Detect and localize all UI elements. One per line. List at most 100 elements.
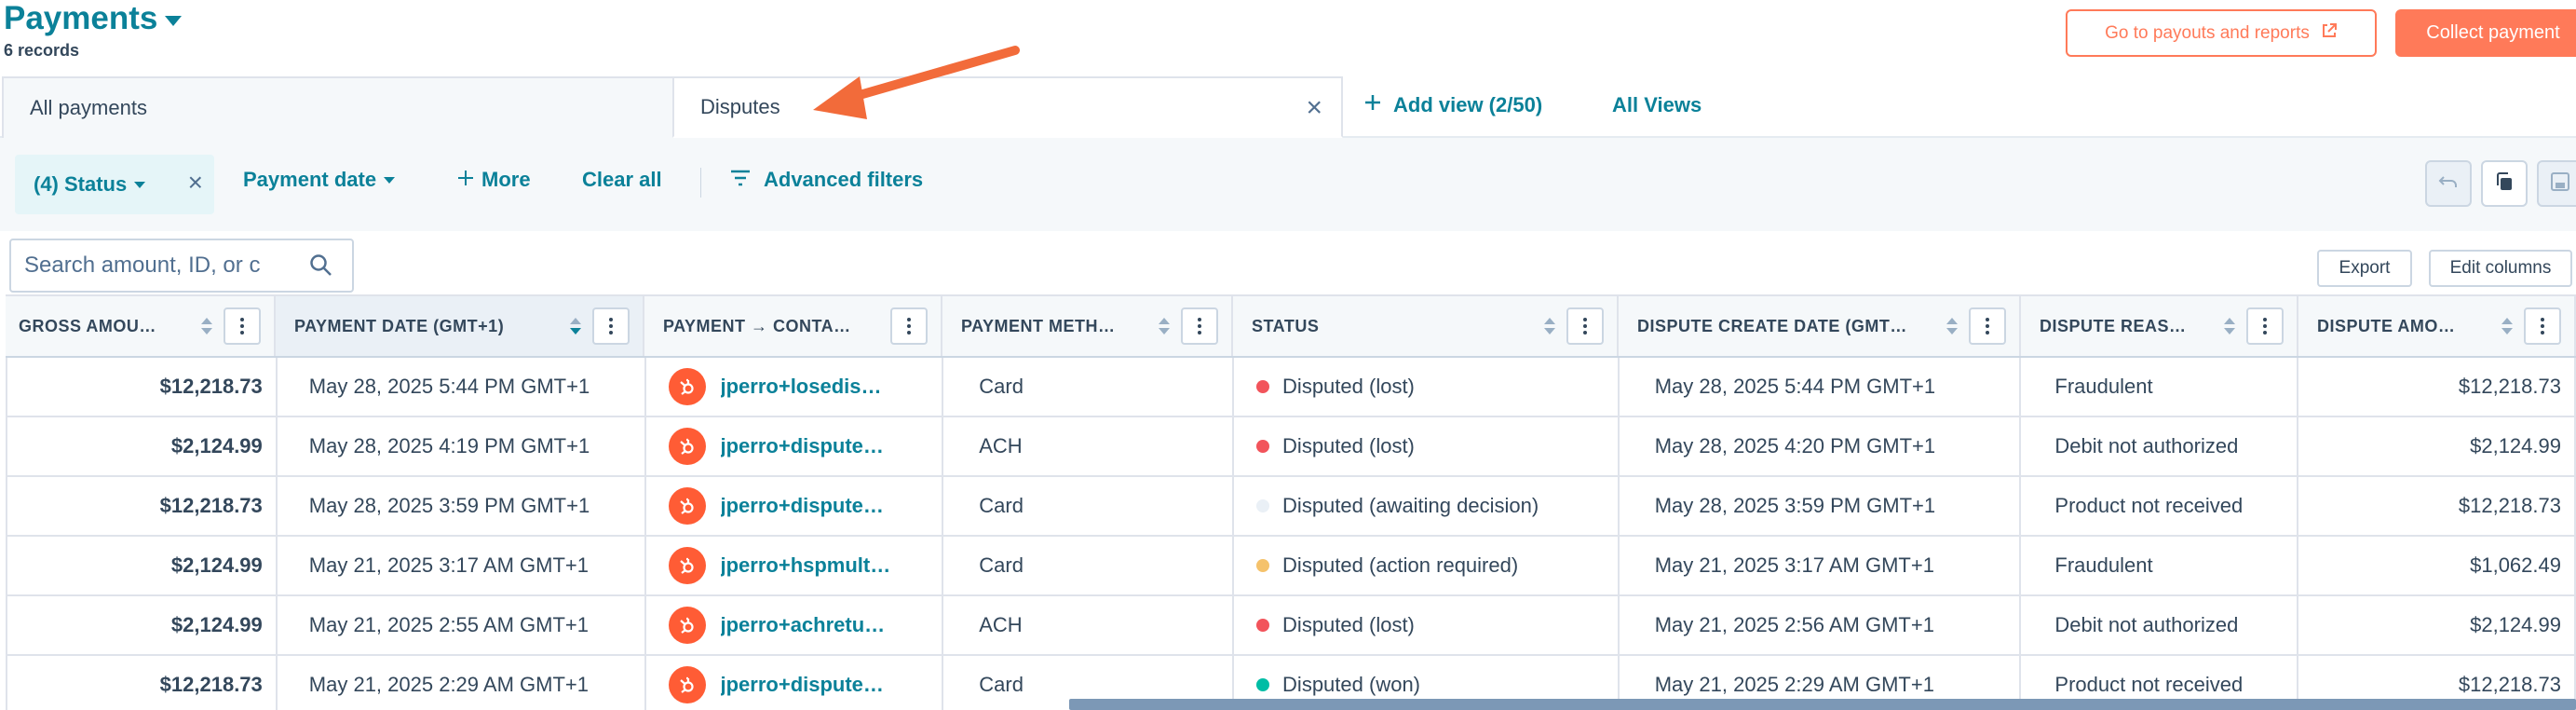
column-header-label: GROSS AMOU… [19, 316, 156, 335]
column-header-payment-contact[interactable]: PAYMENT → CONTA… [644, 296, 942, 356]
more-filters-button[interactable]: More [457, 168, 531, 192]
hubspot-sprocket-icon [668, 487, 706, 525]
edit-columns-button[interactable]: Edit columns [2429, 250, 2572, 287]
contact-link[interactable]: jperro+hspmult… [721, 553, 891, 578]
payment-method-cell: ACH [943, 417, 1235, 475]
sort-icon[interactable] [570, 318, 581, 335]
hubspot-sprocket-icon [668, 666, 706, 703]
column-header-dispute-create-date[interactable]: DISPUTE CREATE DATE (GMT… [1619, 296, 2021, 356]
dispute-create-date-cell: May 21, 2025 3:17 AM GMT+1 [1620, 537, 2022, 594]
add-view-button[interactable]: Add view (2/50) [1363, 93, 1542, 117]
status-dot-icon [1256, 678, 1270, 691]
payment-contact-cell: jperro+achretu… [646, 596, 944, 654]
status-dot-icon [1256, 440, 1270, 453]
dispute-reason-cell: Product not received [2021, 477, 2299, 535]
add-view-label: Add view (2/50) [1393, 93, 1543, 116]
status-label: Disputed (awaiting decision) [1282, 494, 1539, 517]
column-menu-button[interactable] [890, 307, 928, 345]
vertical-dots-icon [907, 318, 911, 321]
search-input[interactable] [24, 253, 304, 279]
table-row[interactable]: $12,218.73 May 28, 2025 5:44 PM GMT+1 jpe… [6, 358, 2576, 417]
status-filter-chip[interactable]: (4) Status × [15, 155, 214, 214]
close-icon[interactable]: × [1306, 94, 1322, 122]
annotation-arrow-icon [813, 46, 1020, 119]
dispute-reason-cell: Fraudulent [2021, 358, 2299, 416]
all-views-link[interactable]: All Views [1612, 93, 1702, 117]
page-title-dropdown[interactable]: Payments [4, 0, 183, 37]
export-button[interactable]: Export [2317, 250, 2412, 287]
column-menu-button[interactable] [1969, 307, 2006, 345]
contact-link[interactable]: jperro+achretu… [721, 613, 886, 637]
record-count: 6 records [4, 41, 80, 60]
column-header-payment-method[interactable]: PAYMENT METH… [942, 296, 1233, 356]
status-cell: Disputed (action required) [1234, 537, 1620, 594]
vertical-dots-icon [2263, 318, 2267, 321]
payment-method-cell: Card [943, 537, 1235, 594]
column-menu-button[interactable] [592, 307, 630, 345]
payment-date-cell: May 21, 2025 3:17 AM GMT+1 [278, 537, 646, 594]
column-header-label: DISPUTE AMO… [2317, 316, 2456, 335]
contact-link[interactable]: jperro+dispute… [721, 673, 884, 697]
vertical-dots-icon [1986, 318, 1989, 321]
copy-button[interactable] [2481, 160, 2528, 207]
hubspot-sprocket-icon [668, 368, 706, 405]
dispute-amount-cell: $2,124.99 [2298, 596, 2576, 654]
search-icon[interactable] [309, 253, 333, 282]
close-icon[interactable]: × [188, 170, 203, 196]
dispute-amount-cell: $2,124.99 [2298, 417, 2576, 475]
undo-icon [2438, 173, 2459, 195]
horizontal-scrollbar[interactable] [1069, 699, 2576, 710]
plus-icon [1363, 93, 1382, 117]
payment-contact-cell: jperro+dispute… [646, 417, 944, 475]
contact-link[interactable]: jperro+dispute… [721, 494, 884, 518]
payment-method-cell: ACH [943, 596, 1235, 654]
sort-icon[interactable] [1159, 318, 1170, 335]
tab-all-payments[interactable]: All payments [2, 76, 674, 138]
search-box[interactable] [9, 239, 354, 293]
save-view-button[interactable] [2537, 160, 2576, 207]
column-menu-button[interactable] [1181, 307, 1218, 345]
sort-icon[interactable] [2501, 318, 2513, 335]
payment-date-cell: May 28, 2025 3:59 PM GMT+1 [278, 477, 646, 535]
external-link-icon [2321, 22, 2338, 45]
table-header-row: GROSS AMOU… PAYMENT DATE (GMT+1) PAYMENT →… [6, 294, 2576, 358]
vertical-dots-icon [240, 318, 244, 321]
status-dot-icon [1256, 380, 1270, 393]
column-menu-button[interactable] [1566, 307, 1604, 345]
table-row[interactable]: $2,124.99 May 21, 2025 2:55 AM GMT+1 jper… [6, 596, 2576, 656]
go-to-payouts-label: Go to payouts and reports [2105, 22, 2310, 43]
column-header-status[interactable]: STATUS [1233, 296, 1619, 356]
contact-link[interactable]: jperro+dispute… [721, 434, 884, 458]
payment-date-cell: May 21, 2025 2:55 AM GMT+1 [278, 596, 646, 654]
table-row[interactable]: $12,218.73 May 28, 2025 3:59 PM GMT+1 jpe… [6, 477, 2576, 537]
tab-label: Disputes [700, 95, 780, 118]
go-to-payouts-button[interactable]: Go to payouts and reports [2066, 9, 2377, 57]
sort-icon[interactable] [2224, 318, 2235, 335]
undo-button[interactable] [2425, 160, 2472, 207]
collect-payment-button[interactable]: Collect payment [2395, 9, 2576, 57]
gross-amount-cell: $2,124.99 [7, 596, 278, 654]
column-header-gross-amount[interactable]: GROSS AMOU… [6, 296, 276, 356]
column-header-dispute-reason[interactable]: DISPUTE REAS… [2021, 296, 2298, 356]
column-menu-button[interactable] [2246, 307, 2284, 345]
page-header: Payments 6 records [4, 0, 183, 61]
contact-link[interactable]: jperro+losedis… [721, 375, 882, 399]
status-label: Disputed (won) [1282, 673, 1420, 696]
clear-all-button[interactable]: Clear all [582, 168, 662, 192]
tab-label: All payments [30, 96, 147, 119]
sort-icon[interactable] [1946, 318, 1958, 335]
payment-contact-cell: jperro+losedis… [646, 358, 944, 416]
column-header-dispute-amount[interactable]: DISPUTE AMO… [2298, 296, 2576, 356]
column-menu-button[interactable] [224, 307, 261, 345]
column-header-label: DISPUTE REAS… [2040, 316, 2187, 335]
payment-method-cell: Card [943, 477, 1235, 535]
table-row[interactable]: $2,124.99 May 28, 2025 4:19 PM GMT+1 jper… [6, 417, 2576, 477]
sort-icon[interactable] [201, 318, 212, 335]
payment-method-cell: Card [943, 358, 1235, 416]
payment-date-filter[interactable]: Payment date [243, 168, 396, 192]
column-header-payment-date[interactable]: PAYMENT DATE (GMT+1) [276, 296, 644, 356]
table-row[interactable]: $2,124.99 May 21, 2025 3:17 AM GMT+1 jper… [6, 537, 2576, 596]
column-menu-button[interactable] [2524, 307, 2561, 345]
sort-icon[interactable] [1544, 318, 1555, 335]
advanced-filters-button[interactable]: Advanced filters [730, 168, 923, 192]
